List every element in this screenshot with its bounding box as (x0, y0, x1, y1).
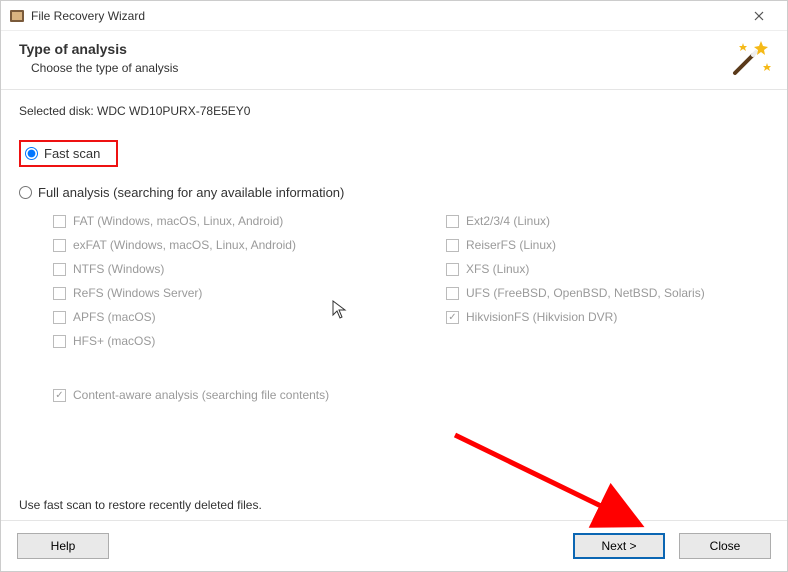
close-button[interactable]: Close (679, 533, 771, 559)
fs-label-xfs: XFS (Linux) (466, 262, 529, 276)
fs-option-ext: Ext2/3/4 (Linux) (446, 214, 705, 228)
fs-label-apfs: APFS (macOS) (73, 310, 156, 324)
filesystem-grid: FAT (Windows, macOS, Linux, Android) exFA… (53, 214, 769, 348)
fs-checkbox-exfat (53, 239, 66, 252)
fs-label-hikvision: HikvisionFS (Hikvision DVR) (466, 310, 617, 324)
help-button[interactable]: Help (17, 533, 109, 559)
fs-checkbox-hfs (53, 335, 66, 348)
close-icon (754, 11, 764, 21)
wizard-header: Type of analysis Choose the type of anal… (1, 31, 787, 90)
fs-option-xfs: XFS (Linux) (446, 262, 705, 276)
fs-option-exfat: exFAT (Windows, macOS, Linux, Android) (53, 238, 296, 252)
fast-scan-radio[interactable] (25, 147, 38, 160)
fs-label-reiser: ReiserFS (Linux) (466, 238, 556, 252)
fs-option-ufs: UFS (FreeBSD, OpenBSD, NetBSD, Solaris) (446, 286, 705, 300)
fs-checkbox-fat (53, 215, 66, 228)
selected-disk-line: Selected disk: WDC WD10PURX-78E5EY0 (19, 104, 769, 118)
fs-option-apfs: APFS (macOS) (53, 310, 296, 324)
fs-option-hfs: HFS+ (macOS) (53, 334, 296, 348)
app-icon (9, 8, 25, 24)
fs-label-refs: ReFS (Windows Server) (73, 286, 202, 300)
fs-checkbox-xfs (446, 263, 459, 276)
fast-scan-option[interactable]: Fast scan (25, 146, 100, 161)
page-subtitle: Choose the type of analysis (31, 61, 769, 75)
fs-checkbox-refs (53, 287, 66, 300)
fs-checkbox-apfs (53, 311, 66, 324)
page-title: Type of analysis (19, 41, 769, 57)
wizard-footer: Help Next > Close (1, 520, 787, 571)
content-aware-checkbox (53, 389, 66, 402)
window-close-button[interactable] (739, 2, 779, 30)
fs-option-fat: FAT (Windows, macOS, Linux, Android) (53, 214, 296, 228)
fs-checkbox-hikvision (446, 311, 459, 324)
fs-label-fat: FAT (Windows, macOS, Linux, Android) (73, 214, 283, 228)
selected-disk-label: Selected disk: (19, 104, 97, 118)
fast-scan-label: Fast scan (44, 146, 100, 161)
fs-checkbox-reiser (446, 239, 459, 252)
fs-checkbox-ext (446, 215, 459, 228)
selected-disk-value: WDC WD10PURX-78E5EY0 (97, 104, 250, 118)
fs-option-ntfs: NTFS (Windows) (53, 262, 296, 276)
fs-label-ext: Ext2/3/4 (Linux) (466, 214, 550, 228)
fs-checkbox-ntfs (53, 263, 66, 276)
filesystem-col-right: Ext2/3/4 (Linux) ReiserFS (Linux) XFS (Lin… (446, 214, 705, 348)
hint-text: Use fast scan to restore recently delete… (19, 480, 769, 512)
titlebar: File Recovery Wizard (1, 1, 787, 31)
fs-label-ntfs: NTFS (Windows) (73, 262, 164, 276)
fs-label-hfs: HFS+ (macOS) (73, 334, 155, 348)
wizard-content: Selected disk: WDC WD10PURX-78E5EY0 Fast… (1, 90, 787, 520)
fs-label-exfat: exFAT (Windows, macOS, Linux, Android) (73, 238, 296, 252)
fs-checkbox-ufs (446, 287, 459, 300)
filesystem-col-left: FAT (Windows, macOS, Linux, Android) exFA… (53, 214, 296, 348)
content-aware-option: Content-aware analysis (searching file c… (53, 388, 769, 402)
wizard-wand-icon (723, 37, 771, 85)
fast-scan-highlight: Fast scan (19, 140, 118, 167)
fs-option-hikvision: HikvisionFS (Hikvision DVR) (446, 310, 705, 324)
fs-label-ufs: UFS (FreeBSD, OpenBSD, NetBSD, Solaris) (466, 286, 705, 300)
content-aware-label: Content-aware analysis (searching file c… (73, 388, 329, 402)
fs-option-refs: ReFS (Windows Server) (53, 286, 296, 300)
window-title: File Recovery Wizard (31, 9, 739, 23)
full-analysis-option[interactable]: Full analysis (searching for any availab… (19, 185, 769, 200)
fs-option-reiser: ReiserFS (Linux) (446, 238, 705, 252)
next-button[interactable]: Next > (573, 533, 665, 559)
full-analysis-radio[interactable] (19, 186, 32, 199)
full-analysis-label: Full analysis (searching for any availab… (38, 185, 344, 200)
wizard-window: File Recovery Wizard Type of analysis Ch… (0, 0, 788, 572)
